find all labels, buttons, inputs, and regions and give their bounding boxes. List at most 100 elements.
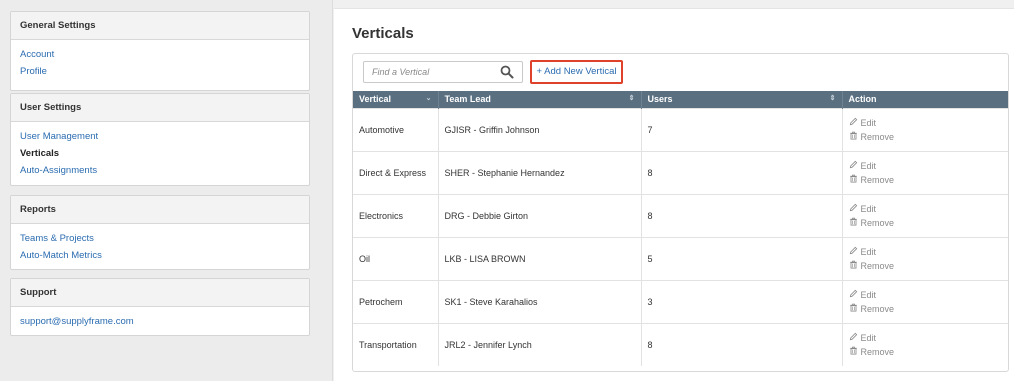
trash-icon bbox=[849, 302, 861, 316]
cell-team-lead: SHER - Stephanie Hernandez bbox=[438, 150, 642, 194]
page-title: Verticals bbox=[352, 25, 414, 42]
sidebar-link-user-management[interactable]: User Management bbox=[20, 128, 300, 145]
table-row: Automotive GJISR - Griffin Johnson 7 Edit Re… bbox=[353, 107, 1008, 151]
main-content: Verticals + Add New Vertical Vertical⌄ T… bbox=[334, 8, 1014, 381]
add-new-vertical-button[interactable]: + Add New Vertical bbox=[530, 60, 623, 84]
cell-vertical: Transportation bbox=[353, 322, 439, 366]
edit-button[interactable]: Edit bbox=[849, 116, 1003, 130]
edit-button[interactable]: Edit bbox=[849, 288, 1003, 302]
cell-vertical: Oil bbox=[353, 236, 439, 280]
cell-team-lead: GJISR - Griffin Johnson bbox=[438, 107, 642, 151]
edit-label: Edit bbox=[860, 160, 877, 171]
cell-users: 8 bbox=[641, 193, 843, 237]
column-header-users[interactable]: Users ⇕ bbox=[641, 91, 843, 108]
cell-users: 3 bbox=[641, 279, 843, 323]
table-row: Petrochem SK1 - Steve Karahalios 3 Edit Remo… bbox=[353, 279, 1008, 323]
trash-icon bbox=[849, 216, 861, 230]
trash-icon bbox=[849, 259, 861, 273]
trash-icon bbox=[849, 345, 861, 359]
column-header-action: Action bbox=[848, 94, 877, 105]
column-header-team-lead[interactable]: Team Lead ⇕ bbox=[438, 91, 642, 108]
cell-action: Edit Remove bbox=[842, 193, 1008, 237]
remove-button[interactable]: Remove bbox=[849, 302, 1003, 316]
remove-button[interactable]: Remove bbox=[849, 345, 1003, 359]
cell-team-lead: JRL2 - Jennifer Lynch bbox=[438, 322, 642, 366]
cell-vertical: Automotive bbox=[353, 107, 439, 151]
cell-team-lead: LKB - LISA BROWN bbox=[438, 236, 642, 280]
sidebar-link-auto-match-metrics[interactable]: Auto-Match Metrics bbox=[20, 247, 300, 264]
search-icon[interactable] bbox=[500, 65, 514, 79]
column-header-vertical[interactable]: Vertical ⌄ bbox=[353, 91, 439, 108]
panel-general-settings: General Settings Account Profile bbox=[10, 11, 310, 91]
sort-icon: ⇕ bbox=[829, 95, 836, 102]
panel-title-reports: Reports bbox=[11, 196, 309, 224]
sort-icon: ⇕ bbox=[628, 95, 635, 102]
verticals-card: + Add New Vertical Vertical⌄ Team Lead⇕ … bbox=[352, 53, 1009, 372]
sidebar: General Settings Account Profile User Se… bbox=[0, 0, 333, 381]
cell-vertical: Direct & Express bbox=[353, 150, 439, 194]
cell-action: Edit Remove bbox=[842, 107, 1008, 151]
remove-button[interactable]: Remove bbox=[849, 259, 1003, 273]
panel-reports: Reports Teams & Projects Auto-Match Metr… bbox=[10, 195, 310, 270]
remove-label: Remove bbox=[860, 217, 895, 228]
table-row: Direct & Express SHER - Stephanie Hernand… bbox=[353, 150, 1008, 194]
pencil-icon bbox=[849, 116, 861, 130]
cell-team-lead: DRG - Debbie Girton bbox=[438, 193, 642, 237]
verticals-table: Vertical ⌄ Team Lead ⇕ Users ⇕ Action Autom… bbox=[353, 91, 1008, 366]
panel-title-user-settings: User Settings bbox=[11, 94, 309, 122]
toolbar: + Add New Vertical bbox=[353, 54, 1008, 91]
panel-user-settings: User Settings User Management Verticals … bbox=[10, 93, 310, 186]
panel-support: Support support@supplyframe.com bbox=[10, 278, 310, 336]
remove-button[interactable]: Remove bbox=[849, 173, 1003, 187]
panel-title-support: Support bbox=[11, 279, 309, 307]
pencil-icon bbox=[849, 331, 861, 345]
sidebar-link-profile[interactable]: Profile bbox=[20, 63, 300, 80]
sidebar-link-auto-assignments[interactable]: Auto-Assignments bbox=[20, 162, 300, 179]
edit-button[interactable]: Edit bbox=[849, 202, 1003, 216]
panel-title-general-settings: General Settings bbox=[11, 12, 309, 40]
remove-label: Remove bbox=[860, 303, 895, 314]
search-input[interactable] bbox=[364, 62, 489, 82]
pencil-icon bbox=[849, 202, 861, 216]
cell-team-lead: SK1 - Steve Karahalios bbox=[438, 279, 642, 323]
edit-label: Edit bbox=[860, 332, 877, 343]
cell-action: Edit Remove bbox=[842, 322, 1008, 366]
table-row: Oil LKB - LISA BROWN 5 Edit Remove bbox=[353, 236, 1008, 280]
trash-icon bbox=[849, 173, 861, 187]
sidebar-link-account[interactable]: Account bbox=[20, 46, 300, 63]
remove-label: Remove bbox=[860, 260, 895, 271]
remove-button[interactable]: Remove bbox=[849, 130, 1003, 144]
table-header-row: Vertical ⌄ Team Lead ⇕ Users ⇕ Action bbox=[353, 91, 1008, 108]
cell-users: 5 bbox=[641, 236, 843, 280]
remove-label: Remove bbox=[860, 174, 895, 185]
edit-button[interactable]: Edit bbox=[849, 159, 1003, 173]
sidebar-link-support-email[interactable]: support@supplyframe.com bbox=[20, 313, 300, 330]
edit-label: Edit bbox=[860, 289, 877, 300]
pencil-icon bbox=[849, 288, 861, 302]
table-row: Transportation JRL2 - Jennifer Lynch 8 Edit… bbox=[353, 322, 1008, 366]
remove-label: Remove bbox=[860, 131, 895, 142]
edit-label: Edit bbox=[860, 203, 877, 214]
cell-action: Edit Remove bbox=[842, 150, 1008, 194]
sidebar-link-teams-projects[interactable]: Teams & Projects bbox=[20, 230, 300, 247]
edit-label: Edit bbox=[860, 246, 877, 257]
remove-button[interactable]: Remove bbox=[849, 216, 1003, 230]
table-row: Electronics DRG - Debbie Girton 8 Edit Remov… bbox=[353, 193, 1008, 237]
sort-desc-icon: ⌄ bbox=[425, 95, 432, 102]
pencil-icon bbox=[849, 159, 861, 173]
cell-action: Edit Remove bbox=[842, 279, 1008, 323]
cell-users: 8 bbox=[641, 322, 843, 366]
cell-users: 7 bbox=[641, 107, 843, 151]
remove-label: Remove bbox=[860, 346, 895, 357]
trash-icon bbox=[849, 130, 861, 144]
cell-users: 8 bbox=[641, 150, 843, 194]
cell-action: Edit Remove bbox=[842, 236, 1008, 280]
edit-label: Edit bbox=[860, 117, 877, 128]
cell-vertical: Petrochem bbox=[353, 279, 439, 323]
pencil-icon bbox=[849, 245, 861, 259]
search-box bbox=[363, 61, 523, 83]
edit-button[interactable]: Edit bbox=[849, 245, 1003, 259]
cell-vertical: Electronics bbox=[353, 193, 439, 237]
edit-button[interactable]: Edit bbox=[849, 331, 1003, 345]
sidebar-link-verticals[interactable]: Verticals bbox=[20, 145, 300, 162]
